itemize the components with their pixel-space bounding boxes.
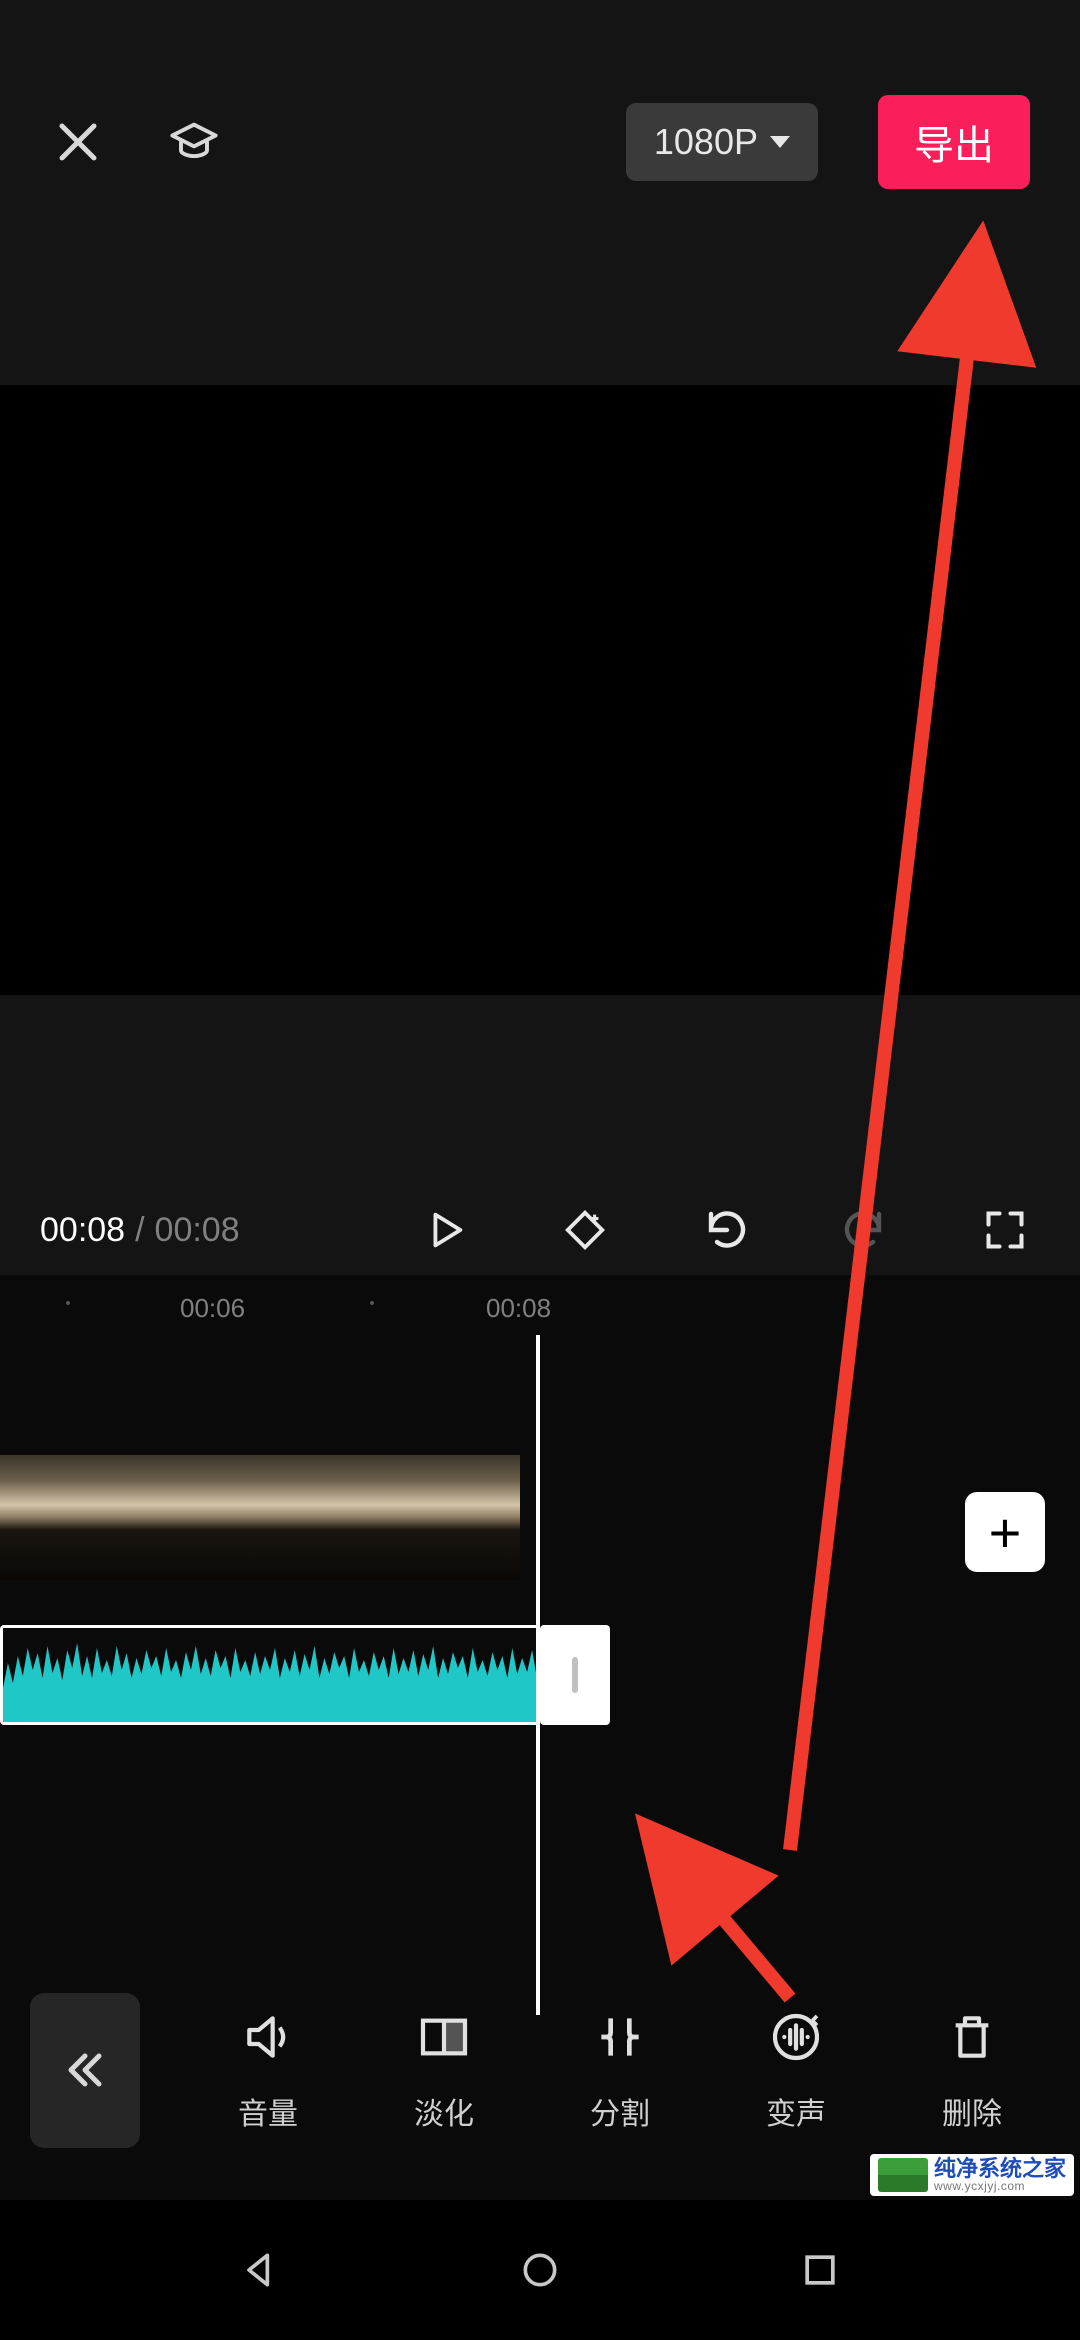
- video-thumbnail: [416, 1455, 520, 1580]
- current-time: 00:08: [40, 1211, 125, 1250]
- audio-track[interactable]: [0, 1625, 540, 1725]
- chevron-down-icon: [770, 136, 790, 148]
- top-bar: 1080P 导出: [0, 0, 1080, 209]
- delete-icon: [942, 2007, 1002, 2067]
- chevron-double-left-icon: [61, 2046, 109, 2094]
- split-icon: [590, 2007, 650, 2067]
- video-thumbnail: [104, 1455, 208, 1580]
- time-display: 00:08 / 00:08: [40, 1211, 240, 1250]
- add-clip-button[interactable]: +: [965, 1492, 1045, 1572]
- playhead[interactable]: [536, 1335, 540, 2015]
- tool-split[interactable]: 分割: [550, 2007, 690, 2133]
- tool-label: 删除: [942, 2089, 1002, 2133]
- video-thumbnail: [312, 1455, 416, 1580]
- time-separator: /: [135, 1211, 144, 1250]
- close-icon: [54, 118, 102, 166]
- watermark-brand: 纯净系统之家: [934, 2158, 1066, 2180]
- audio-waveform: [3, 1628, 537, 1722]
- playback-controls: 00:08 / 00:08: [0, 1185, 1080, 1275]
- tool-bar: 音量 淡化 分割 变声 删除: [0, 1980, 1080, 2160]
- resolution-button[interactable]: 1080P: [626, 103, 818, 181]
- resolution-label: 1080P: [654, 121, 758, 163]
- tutorial-button[interactable]: [166, 114, 222, 170]
- tool-label: 淡化: [414, 2089, 474, 2133]
- tool-voice[interactable]: 变声: [726, 2007, 866, 2133]
- voice-change-icon: [766, 2007, 826, 2067]
- graduation-cap-icon: [168, 116, 220, 168]
- tool-label: 分割: [590, 2089, 650, 2133]
- video-track[interactable]: [0, 1455, 520, 1580]
- back-button[interactable]: [30, 1993, 140, 2148]
- fade-icon: [414, 2007, 474, 2067]
- nav-home-icon: [518, 2248, 562, 2292]
- play-icon: [422, 1207, 468, 1253]
- nav-home[interactable]: [510, 2240, 570, 2300]
- plus-icon: +: [989, 1500, 1022, 1565]
- tool-fade[interactable]: 淡化: [374, 2007, 514, 2133]
- watermark-logo-icon: [878, 2158, 928, 2192]
- video-thumbnail: [0, 1455, 104, 1580]
- total-time: 00:08: [155, 1211, 240, 1250]
- redo-button: [840, 1205, 890, 1255]
- watermark-url: www.ycxjyj.com: [934, 2180, 1066, 2192]
- nav-recent-icon: [798, 2248, 842, 2292]
- video-preview[interactable]: [0, 385, 1080, 995]
- redo-icon: [841, 1206, 889, 1254]
- play-button[interactable]: [420, 1205, 470, 1255]
- tool-label: 变声: [766, 2089, 826, 2133]
- nav-recent[interactable]: [790, 2240, 850, 2300]
- volume-icon: [238, 2007, 298, 2067]
- undo-icon: [701, 1206, 749, 1254]
- undo-button[interactable]: [700, 1205, 750, 1255]
- ruler-tick: 00:08: [486, 1293, 551, 1324]
- close-button[interactable]: [50, 114, 106, 170]
- nav-back-icon: [238, 2248, 282, 2292]
- audio-clip-handle[interactable]: [540, 1625, 610, 1725]
- time-ruler: 00:06 00:08: [0, 1275, 1080, 1335]
- keyframe-button[interactable]: [560, 1205, 610, 1255]
- fullscreen-button[interactable]: [980, 1205, 1030, 1255]
- timeline[interactable]: 00:06 00:08 +: [0, 1275, 1080, 2015]
- tool-volume[interactable]: 音量: [198, 2007, 338, 2133]
- nav-back[interactable]: [230, 2240, 290, 2300]
- tool-label: 音量: [238, 2089, 298, 2133]
- fullscreen-icon: [983, 1208, 1027, 1252]
- ruler-tick: 00:06: [180, 1293, 245, 1324]
- system-nav-bar: [0, 2200, 1080, 2340]
- export-button[interactable]: 导出: [878, 95, 1030, 189]
- video-thumbnail: [208, 1455, 312, 1580]
- keyframe-icon: [562, 1207, 608, 1253]
- watermark: 纯净系统之家 www.ycxjyj.com: [870, 2154, 1074, 2196]
- tool-delete[interactable]: 删除: [902, 2007, 1042, 2133]
